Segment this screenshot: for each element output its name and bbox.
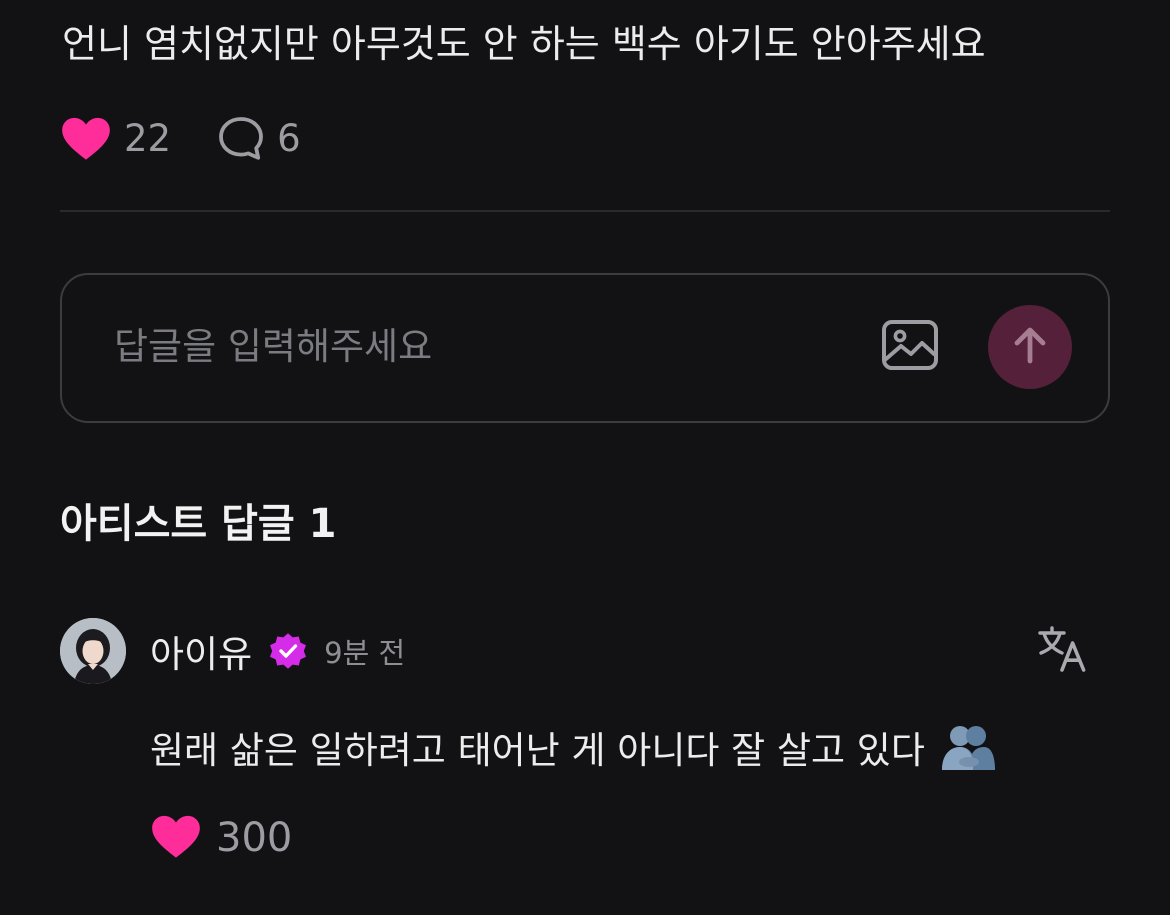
verified-badge-icon — [266, 629, 310, 673]
people-hugging-icon — [939, 722, 997, 772]
post-actions: 22 6 — [60, 112, 301, 164]
post-comment-button[interactable]: 6 — [217, 115, 301, 161]
send-reply-button[interactable] — [988, 305, 1072, 389]
heart-icon — [150, 813, 202, 863]
translate-button[interactable] — [1032, 622, 1092, 680]
speech-bubble-icon — [217, 115, 265, 161]
reply-input-box[interactable]: 답글을 입력해주세요 — [60, 273, 1110, 423]
reply-text-row: 원래 삶은 일하려고 태어난 게 아니다 잘 살고 있다 — [150, 718, 997, 776]
reply-like-count: 300 — [216, 815, 293, 861]
translate-icon — [1036, 625, 1088, 677]
reply-text: 원래 삶은 일하려고 태어난 게 아니다 잘 살고 있다 — [150, 729, 925, 772]
arrow-up-icon — [1013, 326, 1047, 368]
reply-author-row: 아이유 9분 전 — [150, 622, 405, 680]
divider — [60, 210, 1110, 212]
image-upload-button[interactable] — [880, 319, 940, 375]
post-like-count: 22 — [124, 116, 172, 160]
heart-icon — [60, 115, 112, 161]
artist-replies-title: 아티스트 답글 1 — [60, 501, 337, 547]
image-icon — [881, 319, 939, 375]
author-name[interactable]: 아이유 — [150, 624, 252, 678]
avatar[interactable] — [60, 618, 126, 684]
post-detail-page: 언니 염치없지만 아무것도 안 하는 백수 아기도 안아주세요 22 6 답글을… — [0, 0, 1170, 915]
reply-timestamp: 9분 전 — [324, 636, 406, 670]
post-comment-count: 6 — [277, 116, 301, 160]
post-text: 언니 염치없지만 아무것도 안 하는 백수 아기도 안아주세요 — [62, 22, 986, 66]
reply-input[interactable]: 답글을 입력해주세요 — [114, 319, 432, 375]
reply-like-button[interactable]: 300 — [150, 810, 292, 866]
post-like-button[interactable]: 22 — [60, 115, 171, 161]
